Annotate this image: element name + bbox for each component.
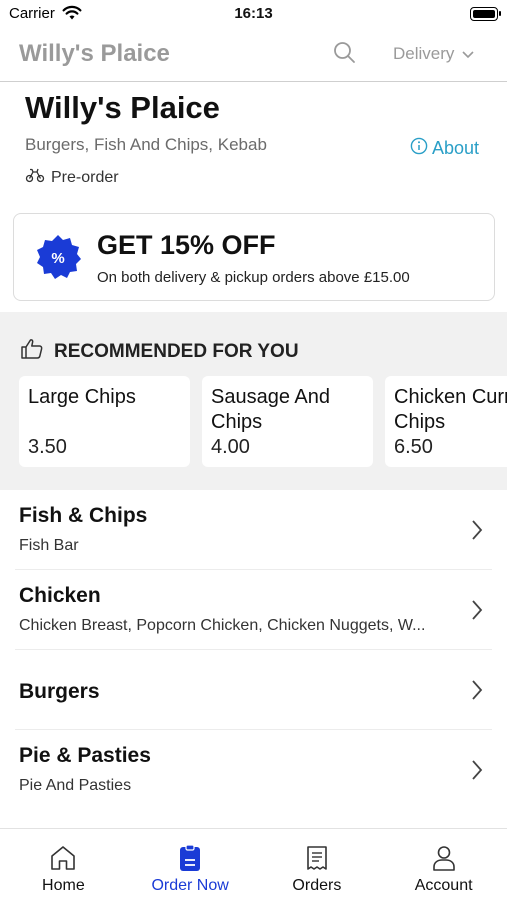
tab-home[interactable]: Home — [0, 829, 127, 900]
recommended-item-price: 3.50 — [28, 436, 67, 458]
offer-title: GET 15% OFF — [97, 230, 276, 260]
person-icon — [432, 846, 455, 871]
about-link[interactable]: About — [410, 137, 479, 160]
chevron-right-icon — [472, 680, 483, 700]
offer-subtitle: On both delivery & pickup orders above £… — [97, 269, 410, 286]
scooter-icon — [25, 167, 45, 188]
category-title: Burgers — [19, 680, 100, 703]
category-fish-and-chips[interactable]: Fish & Chips Fish Bar — [15, 490, 492, 570]
clock: 16:13 — [234, 5, 273, 22]
tab-orders[interactable]: Orders — [254, 829, 381, 900]
recommended-title: RECOMMENDED FOR YOU — [54, 341, 299, 362]
recommended-item-price: 6.50 — [394, 436, 433, 458]
recommended-item-name: Sausage And Chips — [211, 386, 330, 433]
tab-home-label: Home — [42, 877, 85, 894]
status-bar: Carrier 16:13 — [0, 0, 507, 30]
recommended-carousel[interactable]: Large Chips 3.50 Sausage And Chips 4.00 … — [19, 376, 507, 467]
chevron-right-icon — [472, 520, 483, 540]
recommended-header: RECOMMENDED FOR YOU — [20, 337, 299, 367]
recommended-item-name: Chicken Curry & Chips — [394, 386, 507, 433]
category-chicken[interactable]: Chicken Chicken Breast, Popcorn Chicken,… — [15, 570, 492, 650]
tab-order-now[interactable]: Order Now — [127, 829, 254, 900]
home-icon — [51, 846, 76, 870]
search-icon[interactable] — [332, 40, 358, 66]
category-subtitle: Pie And Pasties — [19, 777, 132, 794]
preorder-label: Pre-order — [51, 168, 119, 186]
recommended-item-price: 4.00 — [211, 436, 250, 458]
discount-badge-icon: % — [34, 233, 82, 281]
recommended-item-name: Large Chips — [28, 386, 136, 408]
recommended-item[interactable]: Chicken Curry & Chips 6.50 — [385, 376, 507, 467]
nav-title: Willy's Plaice — [19, 40, 170, 67]
thumbs-up-icon — [20, 337, 44, 367]
tab-order-now-label: Order Now — [151, 877, 229, 894]
info-icon — [410, 137, 428, 160]
category-title: Pie & Pasties — [19, 744, 151, 767]
svg-text:%: % — [51, 250, 64, 267]
receipt-icon — [307, 846, 327, 870]
chevron-down-icon — [462, 44, 474, 64]
menu-category-list: Fish & Chips Fish Bar Chicken Chicken Br… — [0, 490, 507, 828]
category-subtitle: Chicken Breast, Popcorn Chicken, Chicken… — [19, 617, 426, 634]
tab-account[interactable]: Account — [380, 829, 507, 900]
offer-card[interactable]: % GET 15% OFF On both delivery & pickup … — [13, 213, 495, 301]
delivery-mode-selector[interactable]: Delivery — [393, 44, 474, 64]
category-burgers[interactable]: Burgers — [15, 650, 492, 730]
recommended-item[interactable]: Sausage And Chips 4.00 — [202, 376, 373, 467]
chevron-right-icon — [472, 600, 483, 620]
chevron-right-icon — [472, 760, 483, 780]
restaurant-cuisine: Burgers, Fish And Chips, Kebab — [25, 135, 267, 154]
category-pie-and-pasties[interactable]: Pie & Pasties Pie And Pasties — [15, 730, 492, 810]
category-title: Chicken — [19, 584, 101, 607]
tab-orders-label: Orders — [292, 877, 342, 894]
restaurant-name: Willy's Plaice — [25, 90, 220, 125]
tab-account-label: Account — [414, 877, 473, 894]
recommended-item[interactable]: Large Chips 3.50 — [19, 376, 190, 467]
order-now-icon — [180, 844, 201, 871]
category-subtitle: Fish Bar — [19, 537, 79, 554]
category-title: Fish & Chips — [19, 504, 148, 527]
top-nav: Willy's Plaice Delivery — [0, 34, 507, 82]
about-label: About — [432, 138, 480, 158]
bottom-tab-bar: Home Order Now Orders Account — [0, 828, 507, 900]
battery-icon — [470, 7, 501, 21]
restaurant-header: Willy's Plaice Burgers, Fish And Chips, … — [0, 88, 507, 198]
delivery-mode-label: Delivery — [393, 44, 455, 63]
preorder-indicator: Pre-order — [25, 167, 119, 188]
recommended-section: RECOMMENDED FOR YOU Large Chips 3.50 Sau… — [0, 312, 507, 490]
